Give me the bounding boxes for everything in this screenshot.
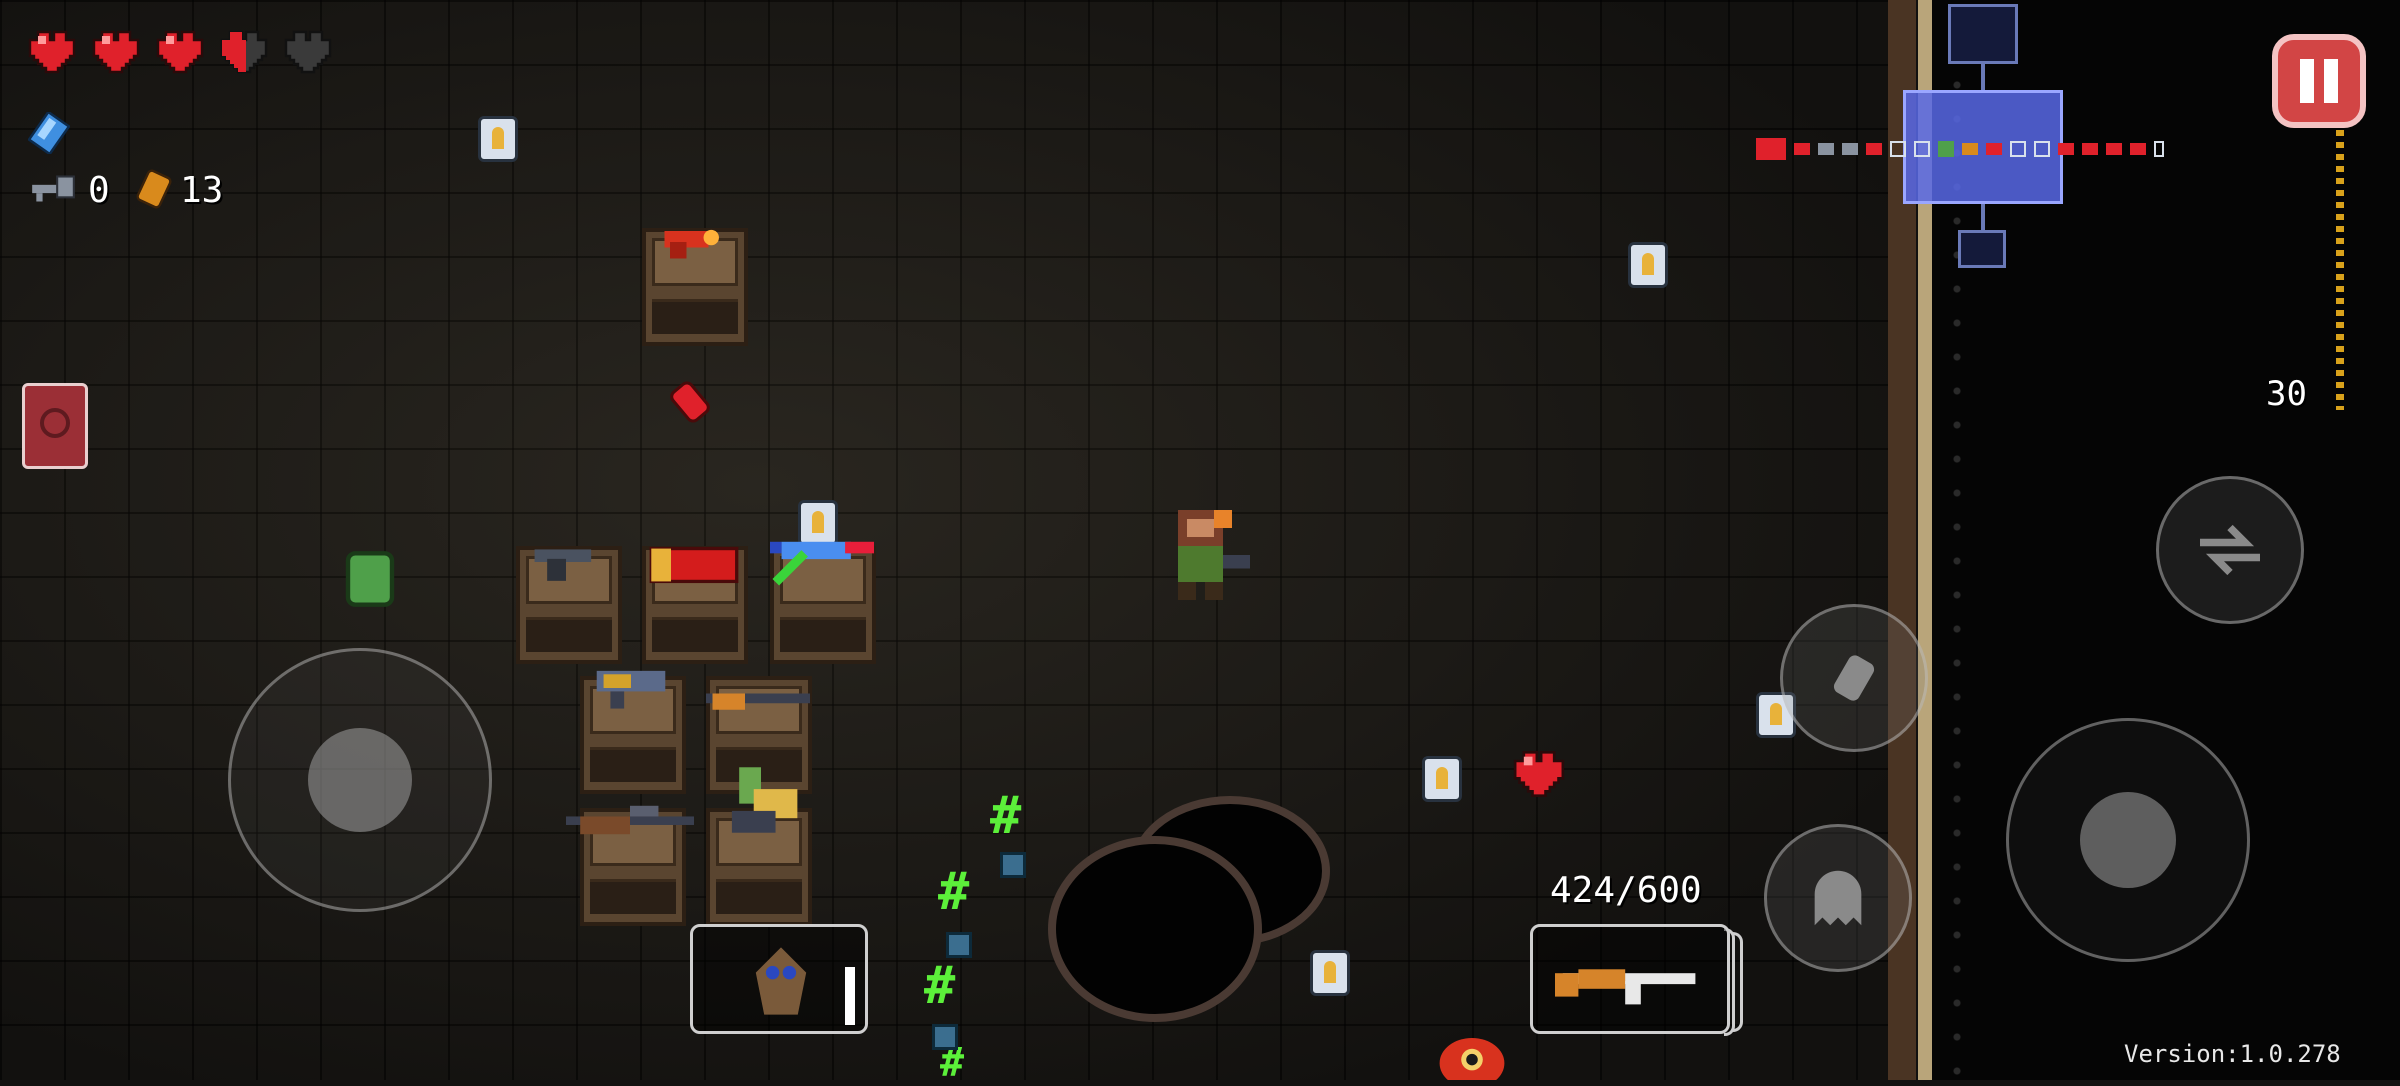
player-character [1178,510,1250,600]
shell-currency-icon [136,169,172,209]
launcher-gun-icon [596,670,666,709]
ak47-gun-icon [1555,969,1696,1005]
heart-pickup-icon [1513,751,1565,797]
gatling-gun-icon [731,767,798,833]
water-gun-icon [770,541,874,586]
version-label: Version:1.0.278 [2124,1040,2341,1068]
currency-count: 13 [180,170,224,211]
red-pistol-icon [664,229,719,259]
dodge-roll-button[interactable] [1764,824,1912,972]
key-count: 0 [88,170,110,211]
active-item-slot[interactable] [690,924,868,1034]
gun-card-stack [1732,932,1743,1032]
blank-burst-icon [1833,655,1875,701]
floor-pit [1048,836,1262,1022]
green-projectile-icon: # [990,786,1022,846]
turret-block [1000,852,1026,878]
heart-half-icon [220,30,268,74]
shell-casing-icon [1310,950,1350,996]
clip-ammo-bar [2336,130,2344,410]
revolver-icon [534,549,592,581]
heart-full-icon [28,30,76,74]
green-projectile-icon: # [924,956,956,1016]
minimap-item-markers [1756,134,2246,164]
heart-full-icon [156,30,204,74]
enemy-eye-icon [1439,1038,1505,1080]
minimap-corridor [1981,204,1985,230]
turret-block [946,932,972,958]
turret-block [932,1024,958,1050]
minimap-room [1948,4,2018,64]
equipped-gun-card[interactable] [1530,924,1730,1034]
blank-button[interactable] [1780,604,1928,752]
heart-full-icon [92,30,140,74]
green-ammo-crate-icon [345,551,395,607]
shell-casing-icon [1628,242,1668,288]
item-charge-bar [845,967,855,1025]
pause-button[interactable] [2272,34,2366,128]
ammo-counter: 424/600 [1550,870,1702,911]
red-shell-ammo-icon [670,381,710,423]
shell-casing-icon [1422,756,1462,802]
green-projectile-icon: # [938,862,970,922]
heart-empty-icon [284,30,332,74]
minimap-corridor [1981,64,1985,90]
sniper-rifle-icon [566,805,694,835]
swap-icon [2200,524,2260,576]
minimap-room [1958,230,2006,268]
move-joystick-knob[interactable] [308,728,412,832]
red-shotgun-shell-gun-icon [649,546,739,584]
swap-gun-button[interactable] [2156,476,2304,624]
book-icon[interactable] [22,383,88,469]
ghost-icon [1814,870,1862,926]
blank-icon [28,112,70,154]
clip-ammo-count: 30 [2266,374,2307,414]
shell-casing-icon [478,116,518,162]
item-silhouette-icon [755,947,807,1015]
rifle-icon [706,693,810,710]
key-icon [32,175,75,202]
aim-joystick-knob[interactable] [2080,792,2176,888]
